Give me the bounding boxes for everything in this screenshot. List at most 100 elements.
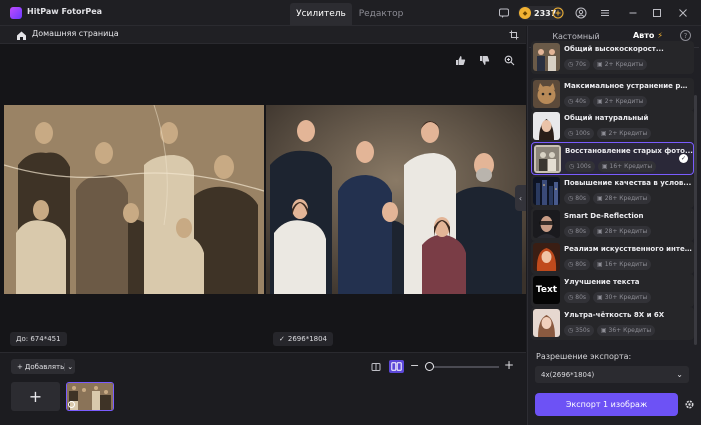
- settings-gear-icon[interactable]: [683, 398, 695, 410]
- model-credits-value: 16+ Кредиты: [604, 261, 648, 268]
- add-image-tile[interactable]: +: [11, 382, 60, 411]
- model-credits-value: 16+ Кредиты: [609, 163, 653, 170]
- zoom-slider-thumb[interactable]: [425, 362, 434, 371]
- clock-icon: ◷: [568, 98, 574, 105]
- credits-icon: ▣: [597, 294, 603, 301]
- model-time-value: 80s: [575, 195, 587, 202]
- model-time-value: 80s: [575, 261, 587, 268]
- lightning-icon: ⚡: [657, 30, 663, 40]
- after-size-text: 2696*1804: [287, 335, 328, 343]
- model-credits-value: 2+ Кредиты: [608, 130, 648, 137]
- model-credits: ▣ 2+ Кредиты: [596, 128, 652, 139]
- add-button[interactable]: + Добавлять ⌄: [11, 359, 75, 374]
- home-icon[interactable]: [14, 28, 28, 42]
- model-name: Повышение качества в услов...: [564, 179, 692, 187]
- clock-icon: ◷: [568, 61, 574, 68]
- menu-icon[interactable]: [598, 6, 612, 20]
- app-logo-icon: [10, 7, 22, 19]
- zoom-icon[interactable]: [501, 52, 517, 68]
- thumbs-down-icon[interactable]: [476, 52, 492, 68]
- user-icon[interactable]: [574, 6, 588, 20]
- model-item[interactable]: Text Улучшение текста ◷ 80s ▣ 30+ Кредиты: [531, 274, 694, 307]
- model-name: Smart De-Reflection: [564, 212, 644, 220]
- export-resolution-select[interactable]: 4x(2696*1804) ⌄: [535, 366, 689, 383]
- model-time: ◷ 80s: [564, 226, 591, 237]
- before-size-label: До: 674*451: [10, 332, 67, 346]
- clock-icon: ◷: [568, 195, 574, 202]
- model-thumbnail: [533, 80, 560, 108]
- crop-icon[interactable]: [507, 28, 521, 42]
- model-time: ◷ 100s: [564, 128, 594, 139]
- chevron-down-icon: ⌄: [676, 370, 683, 379]
- export-button[interactable]: Экспорт 1 изображ: [535, 393, 678, 416]
- model-time-value: 70s: [575, 61, 587, 68]
- model-time-value: 100s: [576, 163, 591, 170]
- model-time-value: 80s: [575, 294, 587, 301]
- zoom-slider-track[interactable]: [429, 366, 499, 368]
- model-credits: ▣ 30+ Кредиты: [593, 292, 652, 303]
- model-time-value: 40s: [575, 98, 587, 105]
- text-thumb-label: Text: [533, 276, 560, 304]
- model-time: ◷ 40s: [564, 96, 591, 107]
- model-item[interactable]: Восстановление старых фото... ◷ 100s ▣ 16+ К…: [531, 142, 694, 175]
- export-resolution-label: Разрешение экспорта:: [536, 352, 632, 361]
- model-credits-value: 2+ Кредиты: [604, 61, 644, 68]
- model-list-scrollbar[interactable]: [694, 95, 697, 345]
- model-time-value: 350s: [575, 327, 590, 334]
- model-time: ◷ 80s: [564, 259, 591, 270]
- tab-editor[interactable]: Редактор: [353, 3, 409, 25]
- chevron-down-icon[interactable]: ⌄: [64, 362, 75, 371]
- model-time-value: 100s: [575, 130, 590, 137]
- split-view-icon[interactable]: [370, 361, 382, 373]
- add-credits-icon[interactable]: [551, 6, 565, 20]
- model-name: Восстановление старых фото...: [565, 147, 693, 155]
- model-item[interactable]: Максимальное устранение ра... ◷ 40s ▣ 2+ Кре…: [531, 78, 694, 111]
- model-item[interactable]: Общий натуральный ◷ 100s ▣ 2+ Кредиты: [531, 110, 694, 143]
- model-item[interactable]: Smart De-Reflection ◷ 80s ▣ 28+ Кредиты: [531, 208, 694, 241]
- credits-icon: ▣: [600, 130, 607, 137]
- credits-icon: ▣: [597, 228, 603, 235]
- model-time: ◷ 80s: [564, 292, 591, 303]
- model-thumbnail: [533, 43, 560, 71]
- model-item[interactable]: Ультра-чёткость 8X и 6X ◷ 350s ▣ 36+ Кредиты: [531, 307, 694, 340]
- model-time: ◷ 80s: [564, 193, 591, 204]
- model-credits-value: 28+ Кредиты: [604, 195, 648, 202]
- model-credits-value: 2+ Кредиты: [604, 98, 644, 105]
- credits-icon: ▣: [601, 163, 608, 170]
- side-by-side-icon[interactable]: [389, 360, 404, 373]
- clock-icon: ◷: [568, 261, 574, 268]
- model-thumbnail: Text: [533, 276, 560, 304]
- zoom-out-icon[interactable]: −: [410, 360, 420, 372]
- close-icon[interactable]: [676, 6, 690, 20]
- model-thumbnail: [533, 177, 560, 205]
- model-time: ◷ 70s: [564, 59, 591, 70]
- before-image: [4, 105, 264, 294]
- credits-icon: ▣: [597, 61, 603, 68]
- model-credits: ▣ 28+ Кредиты: [593, 193, 652, 204]
- credits-icon: ▣: [600, 327, 607, 334]
- model-name: Максимальное устранение ра...: [564, 82, 692, 90]
- maximize-icon[interactable]: [650, 6, 664, 20]
- clock-icon: ◷: [569, 163, 575, 170]
- model-thumbnail: [533, 243, 560, 271]
- model-credits-value: 28+ Кредиты: [604, 228, 648, 235]
- export-resolution-value: 4x(2696*1804): [541, 370, 595, 379]
- model-credits: ▣ 36+ Кредиты: [596, 325, 656, 336]
- panel-collapse-icon[interactable]: ‹: [515, 185, 526, 211]
- thumbs-up-icon[interactable]: [452, 52, 468, 68]
- clock-icon: ◷: [568, 228, 574, 235]
- tab-enhancer[interactable]: Усилитель: [290, 3, 352, 25]
- model-time: ◷ 100s: [565, 161, 595, 172]
- chat-icon[interactable]: [497, 6, 511, 20]
- model-item[interactable]: Общий высокоскорост... ◷ 70s ▣ 2+ Кредиты: [531, 41, 694, 74]
- model-thumbnail: [534, 145, 561, 173]
- minimize-icon[interactable]: [626, 6, 640, 20]
- model-item[interactable]: Повышение качества в услов... ◷ 80s ▣ 28+ Кр…: [531, 175, 694, 208]
- model-credits: ▣ 2+ Кредиты: [593, 96, 648, 107]
- zoom-in-icon[interactable]: +: [504, 359, 514, 371]
- model-item[interactable]: Реализм искусственного инте... ◷ 80s ▣ 16+ К…: [531, 241, 694, 274]
- help-icon[interactable]: ?: [680, 30, 691, 41]
- check-icon: ✓: [279, 335, 285, 343]
- home-link[interactable]: Домашняя страница: [32, 29, 119, 38]
- tab-auto-label: Авто: [632, 30, 655, 40]
